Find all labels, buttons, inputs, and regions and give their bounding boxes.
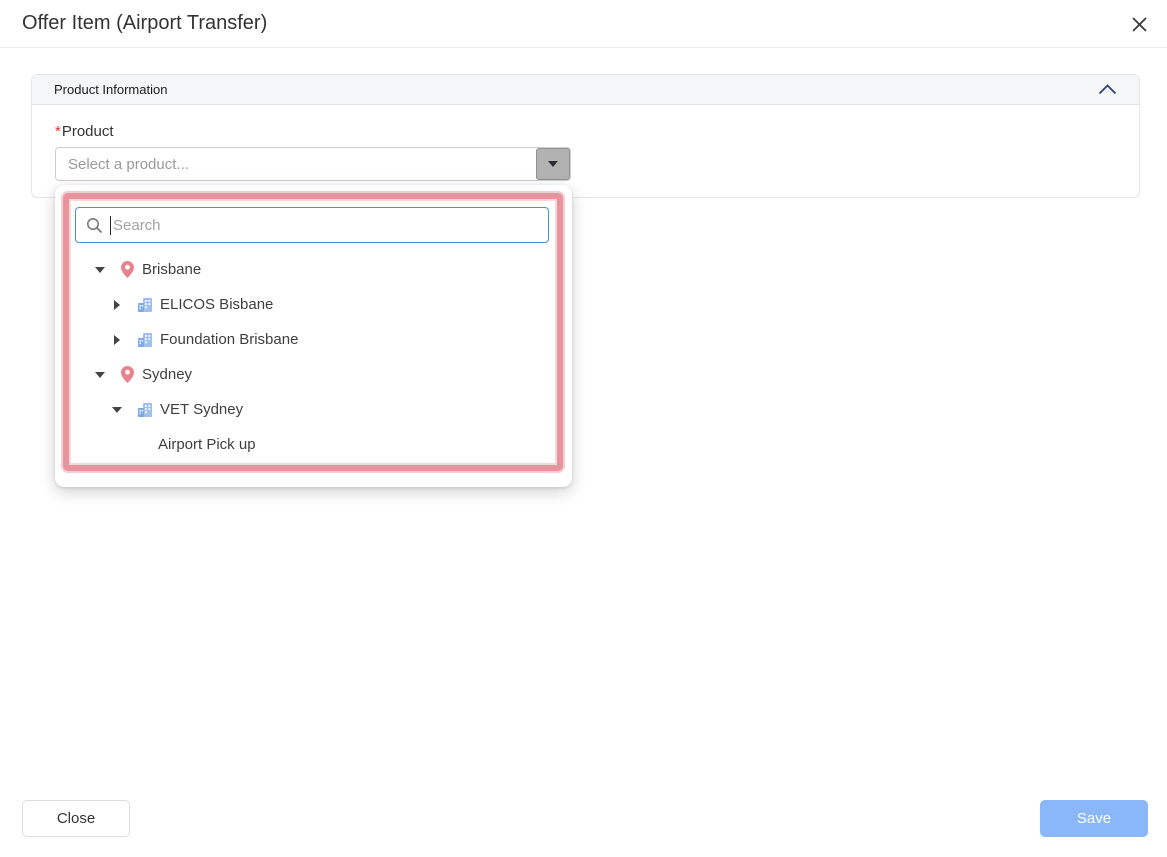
search-icon [86, 217, 103, 234]
x-mark-icon [1131, 16, 1148, 33]
product-select-placeholder: Select a product... [56, 156, 189, 173]
triangle-down-icon [548, 161, 558, 167]
required-marker: * [55, 123, 61, 140]
product-information-card: Product Information *Product Select a pr… [31, 74, 1140, 198]
product-dropdown-panel: Brisbane ELICOS Bisbane [55, 185, 572, 487]
product-select[interactable]: Select a product... [55, 147, 571, 181]
tree-caret-icon[interactable] [112, 407, 122, 413]
tree-item-elicos-bisbane[interactable]: ELICOS Bisbane [55, 287, 558, 322]
card-body: *Product Select a product... [32, 105, 1139, 181]
tree-caret-icon[interactable] [112, 300, 122, 310]
tree-item-brisbane[interactable]: Brisbane [55, 252, 558, 287]
chevron-up-icon [1098, 84, 1117, 95]
text-cursor [110, 216, 111, 235]
close-button[interactable]: Close [22, 800, 130, 837]
save-button[interactable]: Save [1040, 800, 1148, 837]
tree-item-label: Brisbane [142, 261, 201, 278]
close-icon[interactable] [1127, 12, 1151, 36]
modal-header: Offer Item (Airport Transfer) [0, 0, 1167, 48]
offer-item-modal: Offer Item (Airport Transfer) Product In… [0, 0, 1167, 857]
product-label-text: Product [62, 123, 114, 140]
search-box[interactable] [75, 207, 549, 243]
tree-item-label: ELICOS Bisbane [160, 296, 273, 313]
product-tree: Brisbane ELICOS Bisbane [55, 252, 558, 462]
section-title: Product Information [54, 82, 167, 97]
building-icon [138, 403, 152, 417]
tree-item-label: VET Sydney [160, 401, 243, 418]
product-information-header[interactable]: Product Information [32, 75, 1139, 105]
tree-item-label: Sydney [142, 366, 192, 383]
modal-title: Offer Item (Airport Transfer) [0, 12, 267, 35]
tree-item-foundation-brisbane[interactable]: Foundation Brisbane [55, 322, 558, 357]
tree-item-label: Foundation Brisbane [160, 331, 298, 348]
tree-item-airport-pick-up[interactable]: Airport Pick up [55, 427, 558, 462]
product-field-label: *Product [55, 123, 1116, 140]
tree-item-vet-sydney[interactable]: VET Sydney [55, 392, 558, 427]
tree-item-label: Airport Pick up [158, 436, 256, 453]
product-select-dropdown-button[interactable] [536, 148, 570, 180]
tree-caret-icon[interactable] [112, 335, 122, 345]
location-pin-icon [121, 366, 134, 383]
tree-caret-icon[interactable] [95, 267, 105, 273]
tree-item-sydney[interactable]: Sydney [55, 357, 558, 392]
building-icon [138, 298, 152, 312]
building-icon [138, 333, 152, 347]
tree-caret-icon[interactable] [95, 372, 105, 378]
location-pin-icon [121, 261, 134, 278]
search-input[interactable] [113, 217, 538, 234]
collapse-section-button[interactable] [1098, 84, 1117, 95]
